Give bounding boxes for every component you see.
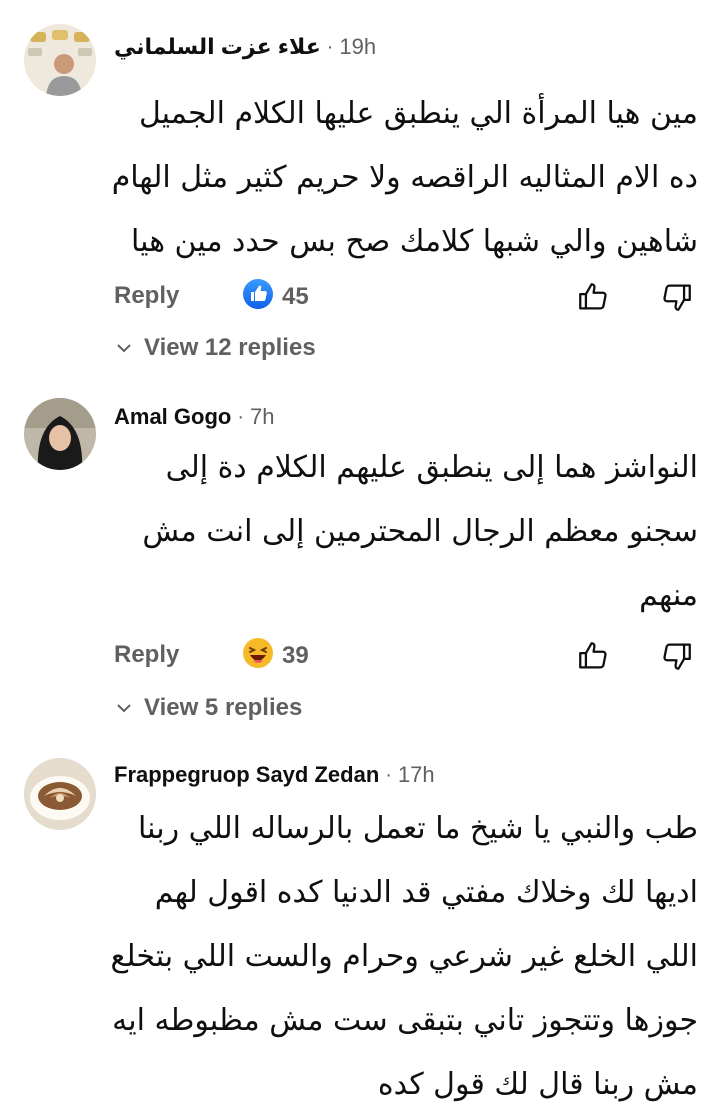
separator: · (385, 763, 392, 786)
view-replies-button[interactable]: View 5 replies (114, 694, 302, 722)
chevron-down-icon (117, 704, 131, 713)
reaction-count: 45 (282, 282, 309, 310)
reaction-summary[interactable]: 45 (242, 278, 309, 315)
thumbs-up-badge-icon (242, 278, 274, 315)
comment-actions: Reply 39 (0, 637, 719, 677)
comment-text: النواشز هما إلى ينطبق عليهم الكلام دة إل… (142, 450, 698, 613)
timestamp: 17h (397, 762, 435, 787)
reply-button[interactable]: Reply (114, 282, 179, 310)
separator: · (237, 405, 245, 428)
thumbs-down-icon[interactable] (660, 280, 694, 319)
view-replies-label: View 5 replies (144, 694, 303, 721)
author-name[interactable]: Amal Gogo (114, 404, 231, 430)
view-replies-label: View 12 replies (144, 334, 316, 361)
view-replies-button[interactable]: View 12 replies (114, 334, 316, 362)
reaction-summary[interactable]: 39 (242, 637, 309, 674)
avatar[interactable] (24, 398, 96, 470)
timestamp: 19h (339, 34, 377, 59)
reply-button[interactable]: Reply (114, 641, 179, 669)
avatar[interactable] (24, 24, 96, 96)
author-name[interactable]: علاء عزت السلماني (114, 34, 321, 60)
comment-author-line: Amal Gogo · 7h (114, 404, 275, 430)
thumbs-down-icon[interactable] (660, 639, 694, 678)
author-name[interactable]: Frappegruop Sayd Zedan (114, 762, 379, 788)
chevron-down-icon (117, 344, 131, 353)
thumbs-up-icon[interactable] (576, 639, 610, 678)
separator: · (326, 35, 334, 58)
comment-text: مين هيا المرأة الي ينطبق عليها الكلام ال… (111, 96, 698, 259)
timestamp: 7h (250, 404, 275, 429)
comment-actions: Reply 45 (0, 278, 719, 318)
reaction-count: 39 (282, 641, 309, 669)
laughing-emoji-icon (242, 637, 274, 674)
avatar[interactable] (24, 758, 96, 830)
comment-author-line: Frappegruop Sayd Zedan · 17h (114, 762, 435, 788)
comment-text: طب والنبي يا شيخ ما تعمل بالرساله اللي ر… (110, 811, 698, 1102)
comment-author-line: علاء عزت السلماني · 19h (114, 34, 376, 60)
thumbs-up-icon[interactable] (576, 280, 610, 319)
